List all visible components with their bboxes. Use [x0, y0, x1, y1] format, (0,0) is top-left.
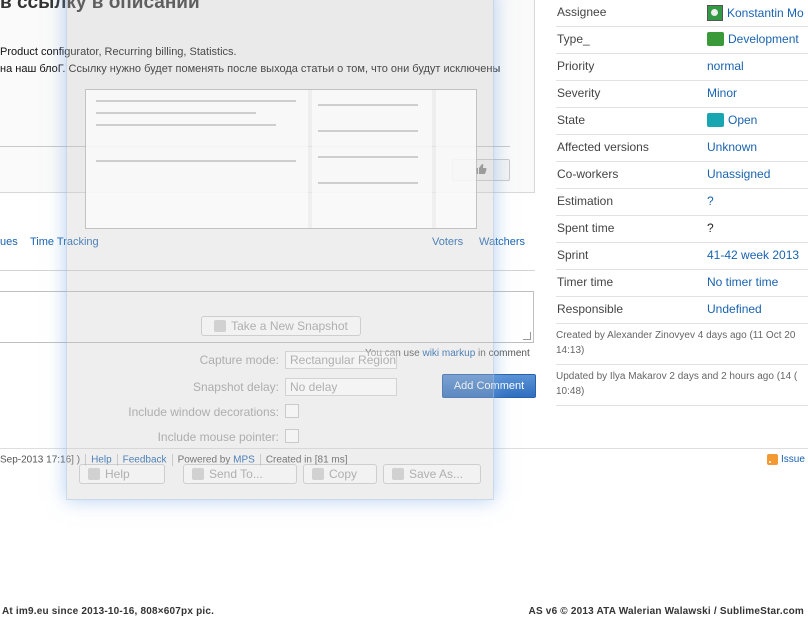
watermark-left: At im9.eu since 2013-10-16, 808×607px pi…	[2, 606, 215, 617]
property-value[interactable]: normal	[707, 59, 744, 73]
save-as-button[interactable]: Save As...	[383, 464, 481, 484]
property-label: Sprint	[557, 248, 589, 262]
property-value[interactable]: Unknown	[707, 140, 757, 154]
property-label: Priority	[557, 59, 595, 73]
property-label: Assignee	[557, 5, 607, 19]
property-label: Timer time	[557, 275, 614, 289]
preview-line	[318, 130, 418, 132]
color-swatch-icon	[707, 113, 724, 127]
tab-issues[interactable]: ues	[0, 236, 18, 248]
snapshot-tool-window: Take a New Snapshot Capture mode: Rectan…	[66, 0, 494, 500]
capture-mode-label: Capture mode:	[199, 353, 279, 367]
preview-line	[96, 100, 296, 102]
color-swatch-icon	[707, 32, 724, 46]
help-icon	[88, 468, 100, 480]
property-label: Spent time	[557, 221, 615, 235]
property-value[interactable]: Open	[707, 113, 757, 127]
property-value[interactable]: Development	[707, 32, 799, 46]
snapshot-help-label: Help	[105, 467, 130, 481]
property-value-text: ?	[707, 194, 714, 208]
property-row: Sprint 41-42 week 2013	[556, 243, 808, 270]
property-row: Type_ Development	[556, 27, 808, 54]
issues-link-label[interactable]: Issue	[781, 454, 805, 465]
property-value[interactable]: No timer time	[707, 275, 778, 289]
property-label: Responsible	[557, 302, 624, 316]
include-pointer-checkbox[interactable]	[285, 429, 299, 443]
preview-pane	[86, 90, 308, 228]
property-label: Estimation	[557, 194, 614, 208]
property-row: Co-workers Unassigned	[556, 162, 808, 189]
watermark-right: AS v6 © 2013 ATA Walerian Walawski / Sub…	[528, 606, 804, 617]
snapshot-help-button[interactable]: Help	[79, 464, 165, 484]
send-to-label: Send To...	[209, 467, 263, 481]
property-value-text: ?	[707, 221, 714, 235]
document-icon	[192, 468, 204, 480]
property-label: State	[557, 113, 586, 127]
snapshot-delay-field[interactable]: No delay	[285, 378, 397, 396]
preview-line	[318, 104, 418, 106]
property-value-text: 41-42 week 2013	[707, 248, 800, 262]
issue-properties: Assignee Konstantin Mo Type_ Development Pri…	[556, 0, 808, 324]
take-snapshot-button[interactable]: Take a New Snapshot	[201, 316, 361, 336]
property-value[interactable]: Konstantin Mo	[707, 5, 804, 21]
divider	[556, 364, 808, 365]
preview-pane	[312, 90, 432, 228]
property-row: Severity Minor	[556, 81, 808, 108]
preview-line	[96, 124, 276, 126]
snapshot-preview	[85, 89, 477, 229]
save-icon	[392, 468, 404, 480]
property-row: Responsible Undefined	[556, 297, 808, 324]
issues-rss-link[interactable]: Issue	[767, 454, 805, 465]
camera-icon	[214, 320, 227, 332]
preview-pane	[436, 90, 476, 228]
property-row: Priority normal	[556, 54, 808, 81]
property-value[interactable]: Undefined	[707, 302, 762, 316]
include-pointer-label: Include mouse pointer:	[157, 430, 279, 444]
property-value[interactable]: ?	[707, 194, 714, 208]
copy-icon	[312, 468, 324, 480]
preview-line	[96, 160, 296, 162]
include-window-checkbox[interactable]	[285, 404, 299, 418]
property-row: Estimation?	[556, 189, 808, 216]
property-row: Spent time?	[556, 216, 808, 243]
send-to-button[interactable]: Send To...	[183, 464, 297, 484]
divider	[556, 405, 808, 406]
property-value-text: Unknown	[707, 140, 758, 154]
property-value-text: Development	[728, 32, 799, 46]
property-value-text: Open	[728, 113, 758, 127]
property-value-text: Konstantin Mo	[727, 6, 804, 20]
preview-line	[96, 112, 256, 114]
avatar-icon	[707, 5, 723, 21]
property-value-text: Unassigned	[707, 167, 771, 181]
take-snapshot-label: Take a New Snapshot	[231, 319, 348, 333]
created-info: Created by Alexander Zinovyev 4 days ago…	[556, 330, 796, 356]
snapshot-delay-label: Snapshot delay:	[192, 380, 279, 394]
preview-line	[318, 156, 418, 158]
property-value: ?	[707, 221, 714, 235]
property-value-text: No timer time	[707, 275, 779, 289]
property-value[interactable]: Unassigned	[707, 167, 770, 181]
copy-button[interactable]: Copy	[303, 464, 377, 484]
property-value-text: Minor	[707, 86, 738, 100]
property-row: Affected versions Unknown	[556, 135, 808, 162]
copy-label: Copy	[329, 467, 358, 481]
rss-icon	[767, 454, 778, 465]
property-value-text: Undefined	[707, 302, 762, 316]
property-row: Timer time No timer time	[556, 270, 808, 297]
property-row: State Open	[556, 108, 808, 135]
property-value-text: normal	[707, 59, 744, 73]
property-value[interactable]: Minor	[707, 86, 737, 100]
property-row: Assignee Konstantin Mo	[556, 0, 808, 27]
updated-info: Updated by Ilya Makarov 2 days and 2 hou…	[556, 371, 798, 397]
property-label: Severity	[557, 86, 601, 100]
property-label: Type_	[557, 32, 590, 46]
property-value[interactable]: 41-42 week 2013	[707, 248, 799, 262]
property-label: Co-workers	[557, 167, 619, 181]
property-label: Affected versions	[557, 140, 649, 154]
capture-mode-select[interactable]: Rectangular Region	[285, 351, 397, 369]
resize-handle-icon[interactable]	[523, 332, 531, 340]
preview-line	[318, 182, 418, 184]
include-window-label: Include window decorations:	[128, 405, 279, 419]
save-as-label: Save As...	[409, 467, 464, 481]
